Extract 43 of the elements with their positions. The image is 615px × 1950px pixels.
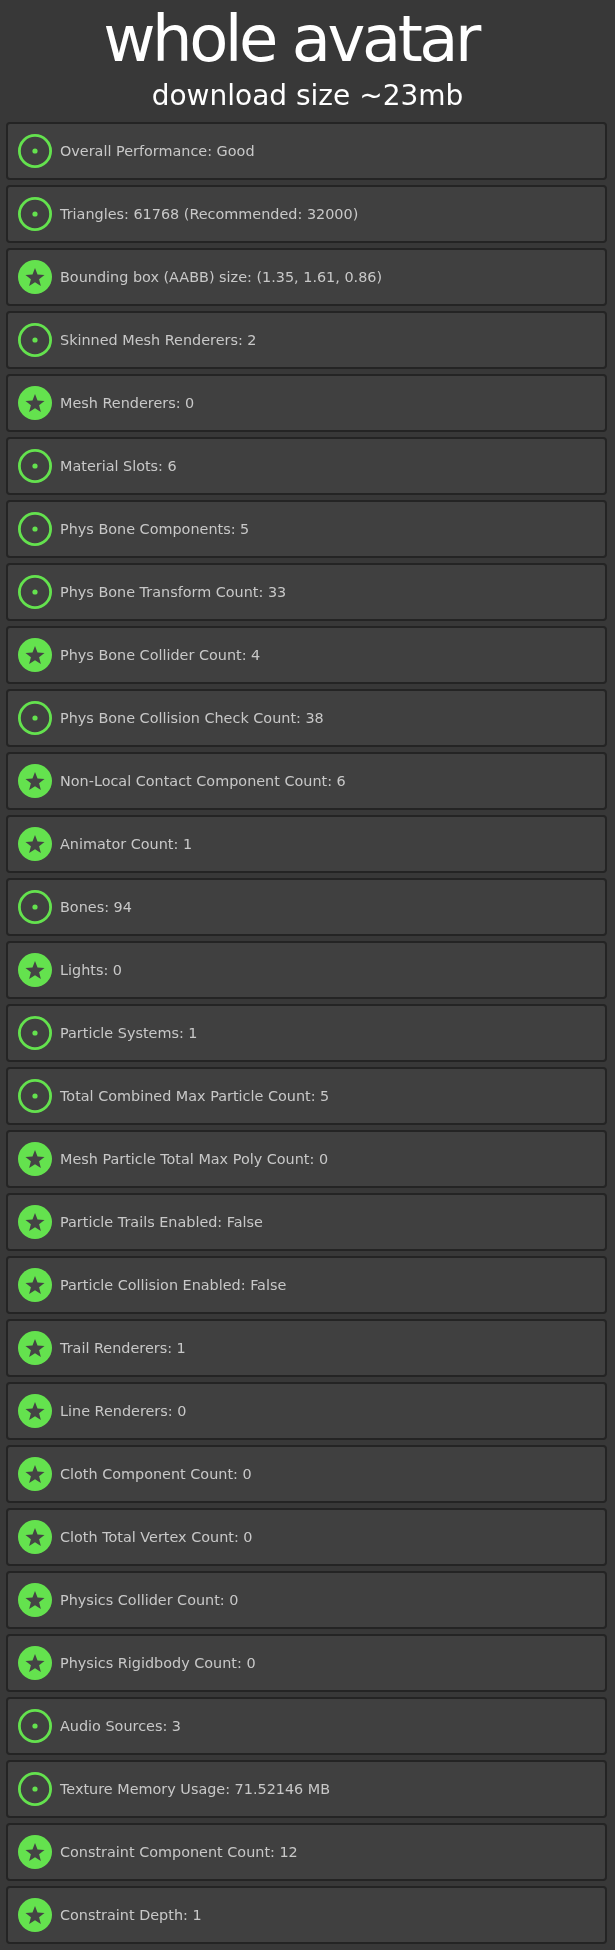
metric-label: Phys Bone Components: 5 xyxy=(60,520,250,538)
metric-label: Bones: 94 xyxy=(60,898,132,916)
metric-label: Overall Performance: Good xyxy=(60,142,255,160)
metric-label: Texture Memory Usage: 71.52146 MB xyxy=(60,1780,331,1798)
metric-label: Cloth Total Vertex Count: 0 xyxy=(60,1528,253,1546)
ring-dot-icon xyxy=(18,1016,52,1050)
ring-dot-icon xyxy=(18,197,52,231)
metric-label: Trail Renderers: 1 xyxy=(60,1339,186,1357)
ring-dot-icon xyxy=(18,449,52,483)
metric-label: Mesh Particle Total Max Poly Count: 0 xyxy=(60,1150,329,1168)
ring-dot-icon xyxy=(18,134,52,168)
metric-label: Bounding box (AABB) size: (1.35, 1.61, 0.86) xyxy=(60,268,383,286)
metric-label: Particle Systems: 1 xyxy=(60,1024,198,1042)
ring-dot-icon xyxy=(18,1079,52,1113)
metric-label: Particle Collision Enabled: False xyxy=(60,1276,287,1294)
metric-label: Animator Count: 1 xyxy=(60,835,193,853)
metric-label: Physics Rigidbody Count: 0 xyxy=(60,1654,256,1672)
metric-label: Constraint Component Count: 12 xyxy=(60,1843,298,1861)
ring-dot-icon xyxy=(18,701,52,735)
metric-label: Cloth Component Count: 0 xyxy=(60,1465,252,1483)
metric-label: Non-Local Contact Component Count: 6 xyxy=(60,772,346,790)
ring-dot-icon xyxy=(18,1772,52,1806)
ring-dot-icon xyxy=(18,1709,52,1743)
metric-label: Line Renderers: 0 xyxy=(60,1402,187,1420)
metric-label: Mesh Renderers: 0 xyxy=(60,394,195,412)
metric-label: Particle Trails Enabled: False xyxy=(60,1213,263,1231)
ring-dot-icon xyxy=(18,323,52,357)
download-size-text: download size ~23mb xyxy=(151,80,464,112)
page-title: whole avatar xyxy=(103,7,478,71)
metric-label: Triangles: 61768 (Recommended: 32000) xyxy=(60,205,359,223)
metric-label: Lights: 0 xyxy=(60,961,122,979)
metric-label: Phys Bone Collision Check Count: 38 xyxy=(60,709,324,727)
metric-label: Material Slots: 6 xyxy=(60,457,177,475)
metric-label: Skinned Mesh Renderers: 2 xyxy=(60,331,257,349)
metric-label: Audio Sources: 3 xyxy=(60,1717,181,1735)
metric-label: Total Combined Max Particle Count: 5 xyxy=(60,1087,330,1105)
ring-dot-icon xyxy=(18,575,52,609)
metric-label: Constraint Depth: 1 xyxy=(60,1906,202,1924)
metric-label: Phys Bone Collider Count: 4 xyxy=(60,646,261,664)
metric-label: Physics Collider Count: 0 xyxy=(60,1591,239,1609)
metric-label: Phys Bone Transform Count: 33 xyxy=(60,583,287,601)
ring-dot-icon xyxy=(18,512,52,546)
ring-dot-icon xyxy=(18,890,52,924)
